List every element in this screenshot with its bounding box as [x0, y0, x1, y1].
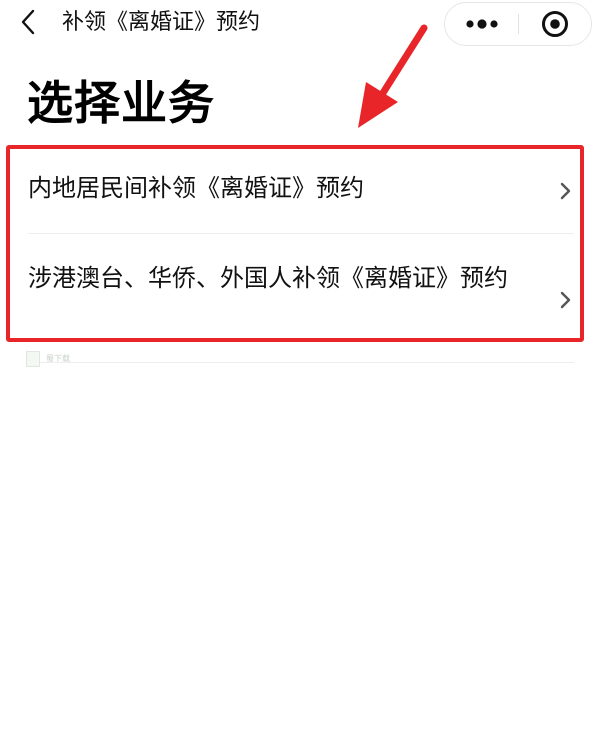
red-highlight-box [6, 145, 584, 342]
page-title: 选择业务 [27, 76, 215, 130]
mini-program-capsule [444, 2, 592, 46]
more-dots-icon [465, 19, 498, 29]
close-button[interactable] [519, 3, 591, 45]
target-close-icon [542, 11, 568, 37]
watermark-text: 蜀下载 [46, 354, 70, 363]
more-button[interactable] [445, 3, 518, 45]
red-arrow-annotation [358, 24, 428, 128]
chevron-left-icon [21, 9, 35, 35]
back-button[interactable] [12, 6, 44, 38]
top-navigation-bar: 补领《离婚证》预约 [0, 0, 600, 48]
watermark: 蜀下载 [26, 350, 116, 368]
watermark-logo-icon [26, 351, 40, 367]
nav-title: 补领《离婚证》预约 [62, 10, 261, 35]
